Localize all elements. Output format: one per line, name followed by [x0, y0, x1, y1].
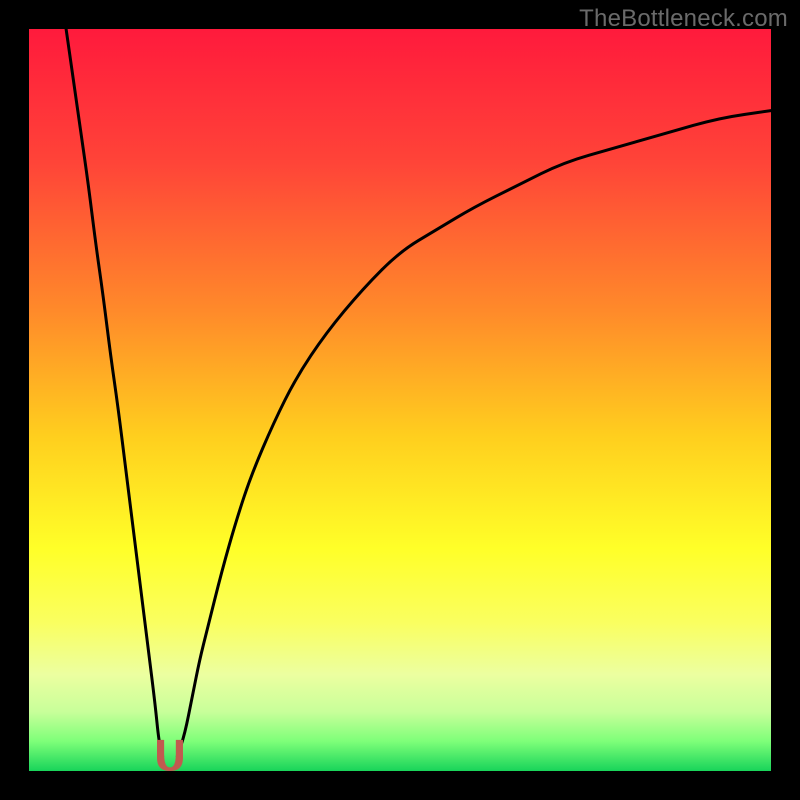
gradient-background	[29, 29, 771, 771]
chart-svg	[29, 29, 771, 771]
chart-frame: TheBottleneck.com	[0, 0, 800, 800]
watermark-text: TheBottleneck.com	[579, 5, 788, 33]
plot-area	[29, 29, 771, 771]
